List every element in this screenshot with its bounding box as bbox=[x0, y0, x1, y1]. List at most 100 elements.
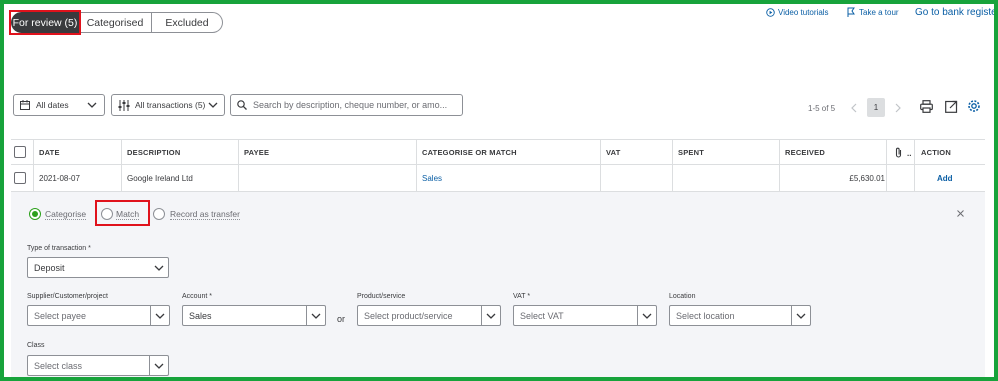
column-divider bbox=[779, 140, 780, 165]
location-dropdown[interactable]: Select location bbox=[669, 305, 811, 326]
column-divider bbox=[600, 165, 601, 191]
column-header-payee[interactable]: PAYEE bbox=[244, 148, 269, 157]
current-page[interactable]: 1 bbox=[867, 98, 885, 117]
column-header-date[interactable]: DATE bbox=[39, 148, 60, 157]
go-to-bank-register-link[interactable]: Go to bank registe bbox=[915, 5, 997, 19]
play-circle-icon bbox=[766, 7, 775, 17]
record-as-transfer-label[interactable]: Record as transfer bbox=[170, 209, 240, 220]
chevron-left-icon[interactable] bbox=[851, 103, 857, 113]
vat-placeholder: Select VAT bbox=[520, 310, 564, 321]
tab-categorised-label: Categorised bbox=[86, 16, 144, 29]
vat-label: VAT * bbox=[513, 293, 531, 300]
chevron-down-icon bbox=[149, 356, 168, 375]
chevron-down-icon bbox=[481, 306, 500, 325]
column-divider bbox=[121, 140, 122, 165]
or-label: or bbox=[337, 314, 346, 324]
column-header-description[interactable]: DESCRIPTION bbox=[127, 148, 180, 157]
column-divider bbox=[121, 165, 122, 191]
go-to-bank-register-label: Go to bank registe bbox=[915, 6, 997, 18]
product-service-dropdown[interactable]: Select product/service bbox=[357, 305, 501, 326]
account-value: Sales bbox=[189, 310, 212, 321]
highlight-box-for-review bbox=[9, 10, 81, 35]
chevron-right-icon[interactable] bbox=[895, 103, 901, 113]
column-divider bbox=[238, 165, 239, 191]
tab-categorised[interactable]: Categorised bbox=[79, 12, 152, 33]
row-description: Google Ireland Ltd bbox=[127, 174, 193, 183]
highlight-box-match bbox=[95, 200, 150, 226]
tab-excluded-label: Excluded bbox=[165, 16, 209, 29]
location-label: Location bbox=[669, 293, 696, 300]
select-all-checkbox[interactable] bbox=[14, 146, 26, 158]
chevron-down-icon bbox=[791, 306, 810, 325]
video-tutorials-label: Video tutorials bbox=[778, 7, 829, 17]
account-dropdown[interactable]: Sales bbox=[182, 305, 326, 326]
row-checkbox[interactable] bbox=[14, 172, 26, 184]
column-divider bbox=[672, 165, 673, 191]
supplier-label: Supplier/Customer/project bbox=[27, 293, 108, 300]
date-filter-dropdown[interactable]: All dates bbox=[13, 94, 105, 116]
column-divider bbox=[416, 165, 417, 191]
vat-dropdown[interactable]: Select VAT bbox=[513, 305, 657, 326]
categorise-radio[interactable] bbox=[29, 208, 41, 220]
column-divider bbox=[238, 140, 239, 165]
close-icon[interactable] bbox=[957, 210, 964, 217]
column-header-categorise-or-match[interactable]: CATEGORISE OR MATCH bbox=[422, 148, 517, 157]
more-columns-ellipsis: .. bbox=[907, 149, 912, 158]
table-row[interactable]: 2021-08-07 Google Ireland Ltd Sales £5,6… bbox=[11, 165, 985, 192]
type-of-transaction-dropdown[interactable]: Deposit bbox=[27, 257, 169, 278]
payee-dropdown[interactable]: Select payee bbox=[27, 305, 170, 326]
chevron-down-icon bbox=[87, 101, 97, 109]
class-placeholder: Select class bbox=[34, 360, 83, 371]
class-label: Class bbox=[27, 342, 45, 349]
chevron-down-icon bbox=[637, 306, 656, 325]
video-tutorials-link[interactable]: Video tutorials bbox=[766, 5, 829, 19]
tab-excluded[interactable]: Excluded bbox=[152, 12, 223, 33]
categorise-label[interactable]: Categorise bbox=[45, 209, 87, 220]
product-service-placeholder: Select product/service bbox=[364, 310, 453, 321]
search-icon bbox=[237, 100, 247, 110]
search-input[interactable]: Search by description, cheque number, or… bbox=[230, 94, 463, 116]
type-of-transaction-label: Type of transaction * bbox=[27, 245, 91, 252]
column-divider bbox=[914, 140, 915, 165]
column-divider bbox=[779, 165, 780, 191]
transaction-filter-dropdown[interactable]: All transactions (5) bbox=[111, 94, 225, 116]
location-placeholder: Select location bbox=[676, 310, 735, 321]
row-category[interactable]: Sales bbox=[422, 174, 442, 183]
column-divider bbox=[33, 140, 34, 165]
column-header-action[interactable]: ACTION bbox=[921, 148, 951, 157]
product-service-label: Product/service bbox=[357, 293, 406, 300]
pagination-range: 1-5 of 5 bbox=[808, 104, 836, 113]
column-divider bbox=[600, 140, 601, 165]
class-dropdown[interactable]: Select class bbox=[27, 355, 169, 376]
filter-sliders-icon bbox=[118, 99, 130, 111]
print-icon[interactable] bbox=[920, 100, 933, 113]
row-date: 2021-08-07 bbox=[39, 174, 80, 183]
record-as-transfer-radio[interactable] bbox=[153, 208, 165, 220]
export-icon[interactable] bbox=[945, 100, 958, 113]
take-a-tour-link[interactable]: Take a tour bbox=[847, 5, 899, 19]
take-a-tour-label: Take a tour bbox=[859, 7, 899, 17]
column-divider bbox=[672, 140, 673, 165]
chevron-down-icon bbox=[150, 306, 169, 325]
paperclip-icon bbox=[895, 147, 902, 158]
tour-icon bbox=[847, 7, 855, 17]
chevron-down-icon bbox=[306, 306, 325, 325]
column-divider bbox=[416, 140, 417, 165]
column-divider bbox=[914, 165, 915, 191]
column-header-spent[interactable]: SPENT bbox=[678, 148, 704, 157]
column-divider bbox=[886, 140, 887, 165]
chevron-down-icon bbox=[149, 258, 168, 277]
table-header: DATE DESCRIPTION PAYEE CATEGORISE OR MAT… bbox=[11, 139, 985, 165]
chevron-down-icon bbox=[208, 101, 218, 109]
column-header-vat[interactable]: VAT bbox=[606, 148, 621, 157]
gear-icon[interactable] bbox=[967, 99, 981, 113]
date-filter-label: All dates bbox=[36, 100, 69, 110]
column-header-received[interactable]: RECEIVED bbox=[785, 148, 825, 157]
payee-placeholder: Select payee bbox=[34, 310, 87, 321]
account-label: Account * bbox=[182, 293, 212, 300]
transaction-filter-label: All transactions (5) bbox=[135, 100, 206, 110]
add-button[interactable]: Add bbox=[937, 174, 953, 183]
search-placeholder: Search by description, cheque number, or… bbox=[253, 100, 448, 110]
type-of-transaction-value: Deposit bbox=[34, 262, 65, 273]
row-received: £5,630.01 bbox=[849, 174, 885, 183]
